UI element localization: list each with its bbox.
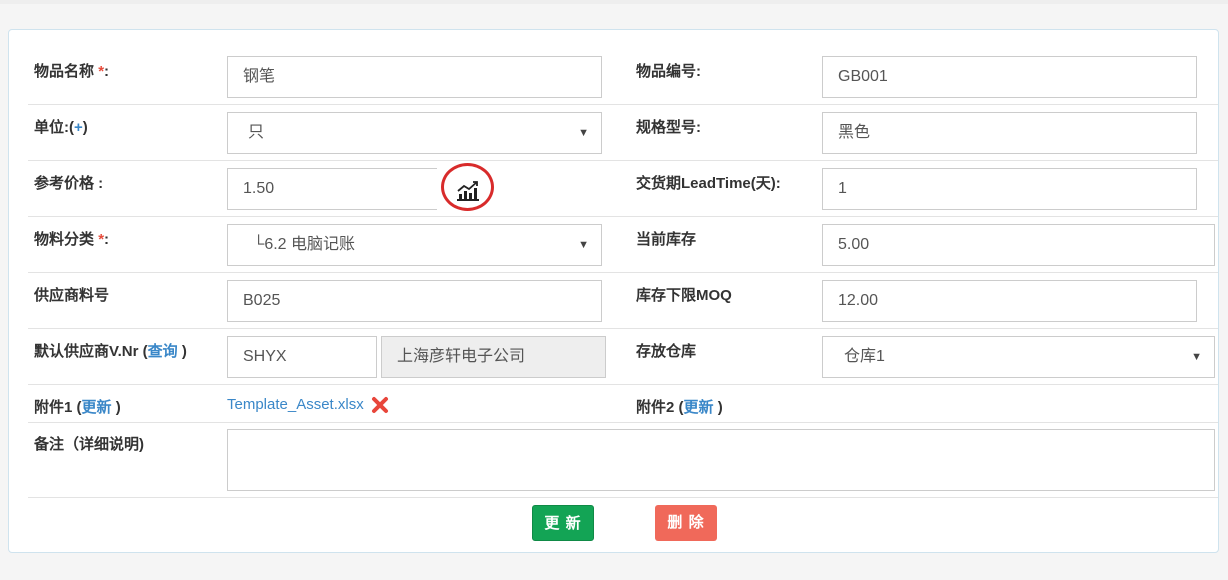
row-divider xyxy=(28,497,1218,498)
row-divider xyxy=(28,328,1218,329)
supplier-part-label: 供应商料号 xyxy=(34,287,110,304)
unit-select[interactable]: 只 ▼ xyxy=(227,112,602,154)
chevron-down-icon: ▼ xyxy=(578,127,589,139)
chevron-down-icon: ▼ xyxy=(1191,351,1202,363)
attachment1-file-link[interactable]: Template_Asset.xlsx xyxy=(227,396,364,413)
category-label: 物料分类 *: xyxy=(34,231,110,248)
ref-price-label: 参考价格 : xyxy=(34,175,104,192)
attachment1-label: 附件1 (更新 ) xyxy=(34,399,121,416)
item-code-input[interactable]: GB001 xyxy=(822,56,1197,98)
top-bar xyxy=(0,0,1228,4)
supplier-part-input[interactable]: B025 xyxy=(227,280,602,322)
item-code-label: 物品编号: xyxy=(636,63,701,80)
row-divider xyxy=(28,422,1218,423)
category-select[interactable]: └6.2 电脑记账 ▼ xyxy=(227,224,602,266)
add-unit-link[interactable]: + xyxy=(74,119,83,136)
supplier-name-field: 上海彦轩电子公司 xyxy=(381,336,606,378)
attachment2-update-link[interactable]: 更新 xyxy=(684,399,714,416)
current-stock-input[interactable]: 5.00 xyxy=(822,224,1215,266)
moq-label: 库存下限MOQ xyxy=(636,287,732,304)
highlight-circle xyxy=(441,163,494,211)
spec-input[interactable]: 黑色 xyxy=(822,112,1197,154)
warehouse-label: 存放仓库 xyxy=(636,343,697,360)
chevron-down-icon: ▼ xyxy=(578,239,589,251)
supplier-query-link[interactable]: 查询 xyxy=(148,343,178,360)
lead-time-label: 交货期LeadTime(天): xyxy=(636,175,781,192)
unit-label: 单位:(+) xyxy=(34,119,88,136)
moq-input[interactable]: 12.00 xyxy=(822,280,1197,322)
spec-label: 规格型号: xyxy=(636,119,701,136)
ref-price-input[interactable]: 1.50 xyxy=(227,168,437,210)
supplier-code-input[interactable]: SHYX xyxy=(227,336,377,378)
attachment2-label: 附件2 (更新 ) xyxy=(636,399,723,416)
attachment1-update-link[interactable]: 更新 xyxy=(82,399,112,416)
delete-button[interactable]: 删 除 xyxy=(655,505,717,541)
current-stock-label: 当前库存 xyxy=(636,231,697,248)
row-divider xyxy=(28,160,1218,161)
warehouse-select[interactable]: 仓库1 ▼ xyxy=(822,336,1215,378)
row-divider xyxy=(28,104,1218,105)
item-name-input[interactable]: 钢笔 xyxy=(227,56,602,98)
default-supplier-label: 默认供应商V.Nr (查询 ) xyxy=(34,343,187,360)
row-divider xyxy=(28,272,1218,273)
lead-time-input[interactable]: 1 xyxy=(822,168,1197,210)
delete-x-icon[interactable] xyxy=(371,396,389,414)
row-divider xyxy=(28,384,1218,385)
row-divider xyxy=(28,216,1218,217)
remark-label: 备注（详细说明) xyxy=(34,436,144,453)
item-name-label: 物品名称 *: xyxy=(34,63,110,80)
remark-textarea[interactable] xyxy=(227,429,1215,491)
update-button[interactable]: 更 新 xyxy=(532,505,594,541)
